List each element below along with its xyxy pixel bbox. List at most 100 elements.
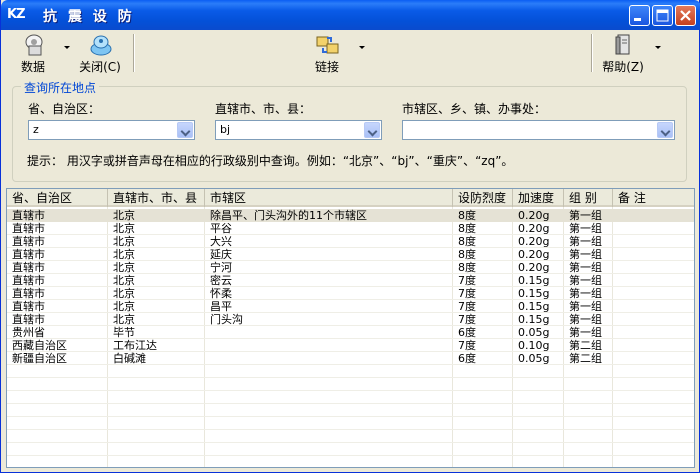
table-cell: 8度 bbox=[458, 209, 476, 222]
results-table[interactable]: 省、自治区 直辖市、市、县 市辖区 设防烈度 加速度组 别备 注 直辖市 北京 除昌平、门头… bbox=[6, 188, 695, 468]
table-cell: 工布江达 bbox=[113, 339, 157, 352]
table-cell: 7度 bbox=[458, 339, 476, 352]
district-combobox[interactable] bbox=[402, 120, 675, 140]
table-row[interactable]: 直辖市 北京 平谷 8度 0.20g 第一组 bbox=[7, 222, 694, 235]
column-header[interactable]: 加速度 bbox=[513, 189, 564, 207]
table-cell: 直辖市 bbox=[12, 222, 45, 235]
table-cell: 直辖市 bbox=[12, 235, 45, 248]
table-row[interactable]: 直辖市 北京 昌平 7度 0.15g 第一组 bbox=[7, 300, 694, 313]
table-row[interactable]: 直辖市 北京 门头沟 7度 0.15g 第一组 bbox=[7, 313, 694, 326]
table-cell: 0.05g bbox=[518, 352, 550, 365]
table-cell: 0.15g bbox=[518, 287, 550, 300]
chevron-down-icon[interactable] bbox=[657, 122, 673, 138]
table-cell: 北京 bbox=[113, 209, 135, 222]
table-cell: 毕节 bbox=[113, 326, 135, 339]
table-row[interactable]: 直辖市 北京 宁河 8度 0.20g 第一组 bbox=[7, 261, 694, 274]
table-cell bbox=[613, 235, 694, 248]
link-button[interactable]: 链接 bbox=[307, 32, 347, 74]
table-cell: 北京 bbox=[113, 313, 135, 326]
help-dropdown-icon[interactable] bbox=[655, 46, 661, 49]
district-label: 市辖区、乡、镇、办事处： bbox=[402, 102, 547, 116]
table-row[interactable]: 直辖市 北京 除昌平、门头沟外的11个市辖区 8度 0.20g 第一组 bbox=[7, 209, 694, 222]
row-divider bbox=[7, 429, 694, 430]
city-label: 直辖市、市、县： bbox=[215, 102, 312, 116]
province-combobox[interactable]: z bbox=[28, 120, 195, 140]
row-divider bbox=[7, 455, 694, 456]
table-row[interactable]: 西藏自治区 工布江达 7度 0.10g 第二组 bbox=[7, 339, 694, 352]
table-cell: 直辖市 bbox=[12, 313, 45, 326]
province-value: z bbox=[33, 123, 39, 136]
maximize-button[interactable] bbox=[652, 5, 673, 26]
column-header[interactable]: 组 别 bbox=[564, 189, 613, 207]
chevron-down-icon[interactable] bbox=[177, 122, 193, 138]
table-cell bbox=[613, 287, 694, 300]
city-combobox[interactable]: bj bbox=[215, 120, 382, 140]
table-row[interactable]: 直辖市 北京 怀柔 7度 0.15g 第一组 bbox=[7, 287, 694, 300]
table-cell: 昌平 bbox=[210, 300, 232, 313]
table-cell: 0.20g bbox=[518, 222, 550, 235]
table-cell bbox=[613, 352, 694, 365]
table-cell: 北京 bbox=[113, 300, 135, 313]
help-icon bbox=[615, 34, 630, 55]
column-header[interactable]: 省、自治区 bbox=[7, 189, 108, 207]
row-divider bbox=[7, 390, 694, 391]
table-cell: 第二组 bbox=[569, 339, 602, 352]
table-cell: 0.15g bbox=[518, 300, 550, 313]
link-dropdown-icon[interactable] bbox=[359, 46, 365, 49]
title-bar[interactable]: KZ 抗 震 设 防 bbox=[1, 0, 700, 30]
table-cell bbox=[205, 326, 453, 339]
table-cell: 第二组 bbox=[569, 352, 602, 365]
chevron-down-icon[interactable] bbox=[364, 122, 380, 138]
toolbar-separator bbox=[591, 34, 593, 72]
table-row[interactable]: 直辖市 北京 密云 7度 0.15g 第一组 bbox=[7, 274, 694, 287]
table-cell: 0.20g bbox=[518, 261, 550, 274]
table-cell: 北京 bbox=[113, 261, 135, 274]
table-cell: 直辖市 bbox=[12, 248, 45, 261]
data-icon bbox=[25, 34, 43, 56]
data-button-label: 数据 bbox=[20, 60, 45, 74]
toolbar: 数据 关闭(C) 链接 帮助(Z) bbox=[5, 30, 695, 76]
table-cell: 6度 bbox=[458, 326, 476, 339]
column-header[interactable]: 直辖市、市、县 bbox=[108, 189, 205, 207]
table-cell: 怀柔 bbox=[210, 287, 232, 300]
table-cell: 0.20g bbox=[518, 235, 550, 248]
table-cell: 8度 bbox=[458, 222, 476, 235]
column-header[interactable]: 备 注 bbox=[613, 189, 694, 207]
table-cell: 第一组 bbox=[569, 287, 602, 300]
table-cell: 贵州省 bbox=[12, 326, 45, 339]
close-button[interactable]: 关闭(C) bbox=[73, 32, 127, 74]
table-cell: 北京 bbox=[113, 274, 135, 287]
query-hint: 提示： 用汉字或拼音声母在相应的行政级别中查询。例如：“北京”、“bj”、“重庆… bbox=[27, 154, 514, 168]
table-cell bbox=[613, 248, 694, 261]
minimize-button[interactable] bbox=[629, 5, 650, 26]
table-cell: 西藏自治区 bbox=[12, 339, 67, 352]
table-row[interactable]: 直辖市 北京 大兴 8度 0.20g 第一组 bbox=[7, 235, 694, 248]
table-cell: 第一组 bbox=[569, 222, 602, 235]
column-header[interactable]: 设防烈度 bbox=[453, 189, 513, 207]
table-cell: 直辖市 bbox=[12, 300, 45, 313]
table-cell: 大兴 bbox=[210, 235, 232, 248]
minimize-icon bbox=[634, 18, 641, 21]
help-button[interactable]: 帮助(Z) bbox=[599, 32, 647, 74]
table-cell: 除昌平、门头沟外的11个市辖区 bbox=[210, 209, 367, 222]
data-dropdown-icon[interactable] bbox=[64, 46, 70, 49]
table-cell bbox=[205, 352, 453, 365]
table-cell bbox=[613, 300, 694, 313]
table-cell: 宁河 bbox=[210, 261, 232, 274]
data-button[interactable]: 数据 bbox=[9, 32, 57, 74]
table-cell: 0.15g bbox=[518, 313, 550, 326]
table-row[interactable]: 新疆自治区 白碱滩 6度 0.05g 第二组 bbox=[7, 352, 694, 365]
table-cell bbox=[613, 209, 694, 222]
table-cell bbox=[613, 274, 694, 287]
row-divider bbox=[7, 416, 694, 417]
table-cell: 8度 bbox=[458, 248, 476, 261]
close-window-button[interactable] bbox=[675, 5, 696, 26]
table-cell: 7度 bbox=[458, 313, 476, 326]
table-row[interactable]: 直辖市 北京 延庆 8度 0.20g 第一组 bbox=[7, 248, 694, 261]
column-header[interactable]: 市辖区 bbox=[205, 189, 453, 207]
table-row[interactable]: 贵州省 毕节 6度 0.05g 第一组 bbox=[7, 326, 694, 339]
row-divider bbox=[7, 377, 694, 378]
table-cell: 北京 bbox=[113, 222, 135, 235]
toolbar-separator bbox=[133, 34, 135, 72]
table-cell bbox=[613, 222, 694, 235]
